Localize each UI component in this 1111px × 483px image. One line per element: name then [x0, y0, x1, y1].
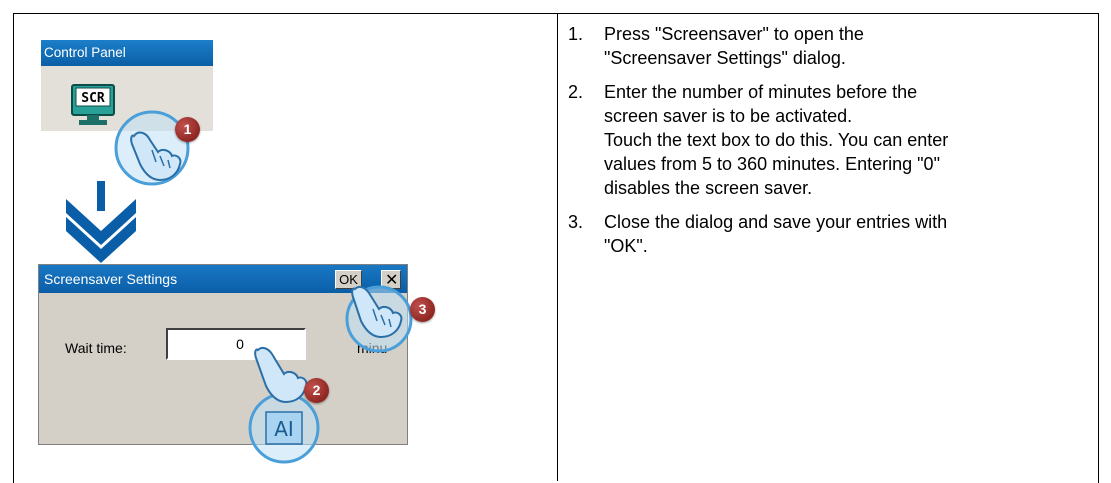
- step-text-line: "Screensaver Settings" dialog.: [604, 48, 846, 68]
- screensaver-icon[interactable]: SCR: [70, 84, 116, 126]
- step-text-line: Close the dialog and save your entries w…: [604, 212, 948, 232]
- column-divider: [557, 13, 558, 481]
- step-3: 3. Close the dialog and save your entrie…: [568, 210, 1088, 258]
- wait-time-label: Wait time:: [65, 340, 127, 356]
- touch-hand-1: [112, 100, 192, 192]
- touch-hand-3: [341, 279, 421, 355]
- text-cursor-icon: AI: [274, 417, 294, 441]
- step-2: 2. Enter the number of minutes before th…: [568, 80, 1088, 200]
- step-badge-3: 3: [410, 297, 435, 322]
- step-text-line: Touch the text box to do this. You can e…: [604, 130, 949, 150]
- step-text-line: disables the screen saver.: [604, 178, 813, 198]
- step-text-line: values from 5 to 360 minutes. Entering "…: [604, 154, 940, 174]
- step-number: 1.: [568, 24, 584, 44]
- step-text-line: Press "Screensaver" to open the: [604, 24, 864, 44]
- instruction-steps: 1. Press "Screensaver" to open the "Scre…: [568, 22, 1088, 268]
- step-badge-2: 2: [304, 378, 329, 403]
- screensaver-icon-label: SCR: [81, 91, 105, 106]
- step-badge-1: 1: [175, 117, 200, 142]
- step-text-line: "OK".: [604, 236, 648, 256]
- touch-hand-2: AI: [240, 344, 326, 466]
- step-text-line: Enter the number of minutes before the: [604, 82, 918, 102]
- flow-down-arrow-icon: [66, 181, 136, 263]
- step-1: 1. Press "Screensaver" to open the "Scre…: [568, 22, 1088, 70]
- step-number: 2.: [568, 82, 584, 102]
- step-text-line: screen saver is to be activated.: [604, 106, 853, 126]
- control-panel-title: Control Panel: [41, 40, 213, 66]
- step-number: 3.: [568, 212, 584, 232]
